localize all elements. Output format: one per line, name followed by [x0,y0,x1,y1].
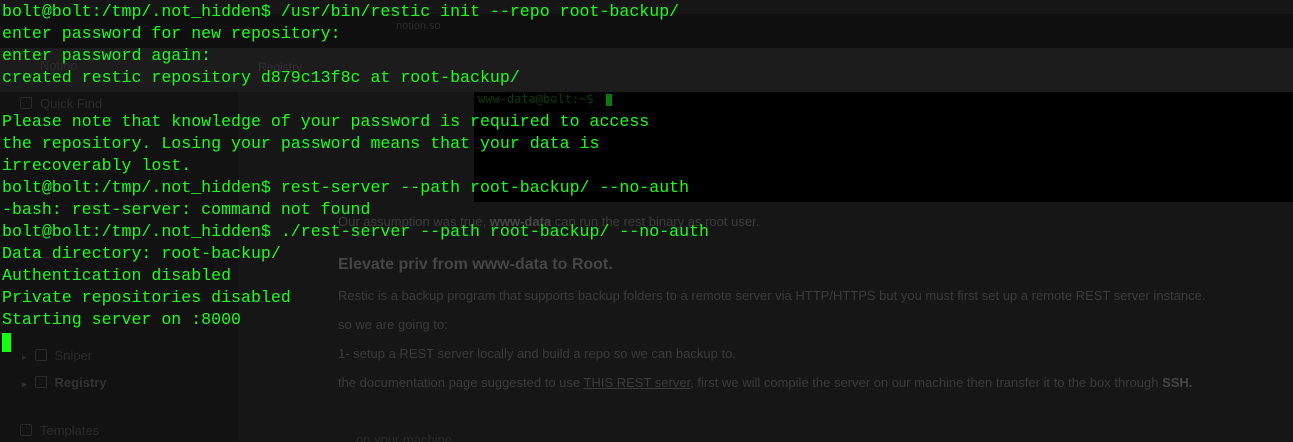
terminal-line: irrecoverably lost. [2,156,192,175]
terminal-line: Private repositories disabled [2,288,291,307]
terminal-line: enter password again: [2,46,212,65]
terminal-line: bolt@bolt:/tmp/.not_hidden$ /usr/bin/res… [2,2,680,21]
terminal-line: Starting server on :8000 [2,310,241,329]
terminal-line: bolt@bolt:/tmp/.not_hidden$ rest-server … [2,178,690,197]
screen: notion.so Registry Notion Quick Find ▸ Sn… [0,0,1293,442]
terminal-line: Authentication disabled [2,266,232,285]
terminal-line: Please note that knowledge of your passw… [2,112,650,131]
terminal-line: enter password for new repository: [2,24,341,43]
terminal-line: the repository. Losing your password mea… [2,134,600,153]
terminal-line: Data directory: root-backup/ [2,244,281,263]
terminal-line: bolt@bolt:/tmp/.not_hidden$ ./rest-serve… [2,222,710,241]
terminal-line: -bash: rest-server: command not found [2,200,371,219]
terminal-output[interactable]: bolt@bolt:/tmp/.not_hidden$ /usr/bin/res… [2,0,1292,442]
terminal-cursor [2,333,11,352]
terminal-line: created restic repository d879c13f8c at … [2,68,520,87]
